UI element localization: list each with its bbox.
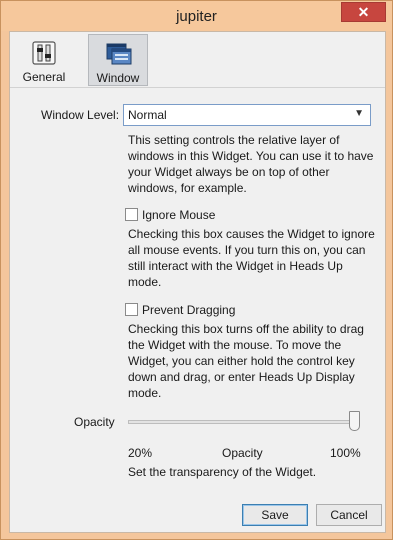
close-button[interactable]: ✕	[341, 2, 386, 22]
opacity-min-label: 20%	[128, 446, 153, 460]
window-level-description: This setting controls the relative layer…	[128, 133, 374, 195]
opacity-mid-label: Opacity	[222, 446, 263, 460]
opacity-slider-thumb[interactable]	[349, 411, 360, 431]
title-bar[interactable]: jupiter ✕	[1, 1, 392, 31]
chevron-down-icon: ▼	[354, 108, 364, 119]
tab-general-label: General	[22, 70, 66, 84]
ignore-mouse-description: Checking this box causes the Widget to i…	[128, 227, 375, 289]
window-level-select[interactable]: Normal ▼	[123, 104, 371, 126]
opacity-slider-track[interactable]	[128, 420, 360, 424]
ignore-mouse-checkbox[interactable]	[125, 208, 138, 221]
window-level-value: Normal	[128, 108, 167, 122]
cancel-button[interactable]: Cancel	[316, 504, 382, 526]
window-layers-icon	[106, 43, 132, 65]
dialog-window: jupiter ✕ General Window Window Level: N…	[0, 0, 393, 540]
opacity-label: Opacity	[74, 415, 115, 429]
ignore-mouse-label[interactable]: Ignore Mouse	[142, 208, 215, 222]
switches-icon	[32, 41, 56, 65]
prevent-dragging-checkbox[interactable]	[125, 303, 138, 316]
save-button[interactable]: Save	[242, 504, 308, 526]
tab-general[interactable]: General	[14, 34, 74, 86]
toolbar: General Window	[10, 32, 385, 88]
window-level-label: Window Level:	[41, 108, 120, 122]
dialog-content: General Window Window Level: Normal ▼ Th…	[9, 31, 386, 533]
window-title: jupiter	[176, 8, 217, 25]
tab-window-label: Window	[96, 71, 140, 85]
tab-window[interactable]: Window	[88, 34, 148, 86]
prevent-dragging-label[interactable]: Prevent Dragging	[142, 303, 235, 317]
opacity-max-label: 100%	[330, 446, 361, 460]
opacity-description: Set the transparency of the Widget.	[128, 465, 317, 479]
prevent-dragging-description: Checking this box turns off the ability …	[128, 322, 364, 400]
